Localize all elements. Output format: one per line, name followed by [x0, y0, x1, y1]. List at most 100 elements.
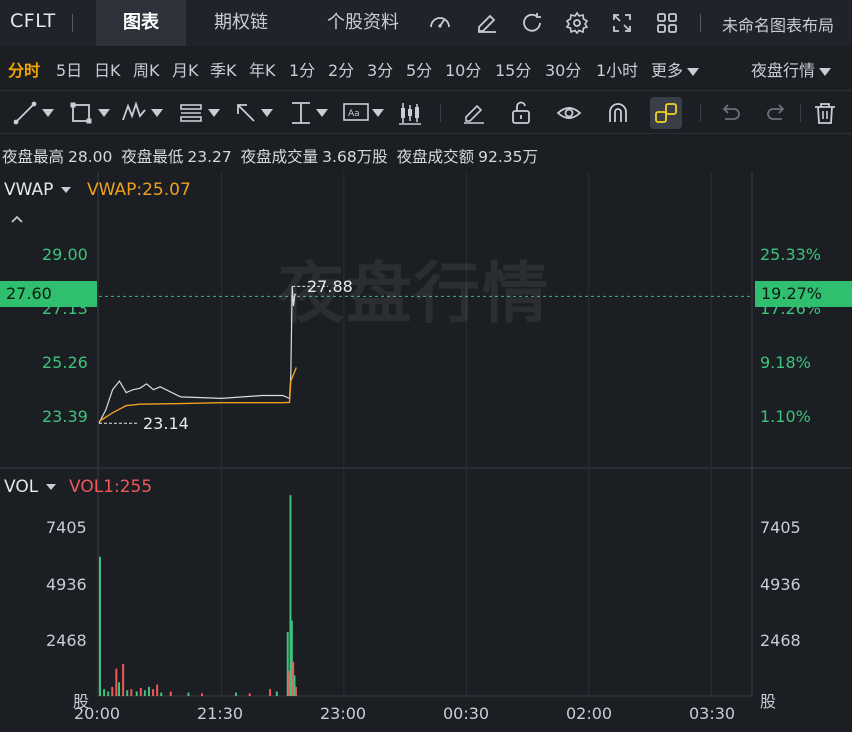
period-quarter-k[interactable]: 季K [210, 57, 237, 81]
volume-bar [118, 682, 121, 696]
volume-value: 3.68万股 [322, 148, 388, 166]
volume-label: 夜盘成交量 [240, 148, 319, 166]
chevron-down-icon [819, 67, 832, 76]
arrow-icon[interactable] [233, 100, 259, 126]
layout-name[interactable]: 未命名图表布局 [722, 12, 834, 36]
high-label: 夜盘最高 [2, 148, 65, 166]
period-5d[interactable]: 5日 [56, 57, 82, 81]
chevron-down-icon [687, 67, 700, 76]
period-intraday[interactable]: 分时 [8, 57, 40, 81]
vol-axis-label: 2468 [46, 631, 87, 650]
edit-icon[interactable] [475, 11, 499, 35]
session-selector[interactable]: 夜盘行情 [751, 57, 832, 81]
period-year-k[interactable]: 年K [249, 57, 276, 81]
chevron-down-icon[interactable] [151, 109, 163, 117]
link-icon[interactable] [653, 100, 679, 126]
period-1hour[interactable]: 1小时 [596, 57, 638, 81]
unlock-icon[interactable] [508, 100, 534, 126]
redo-icon[interactable] [764, 100, 790, 126]
volume-bar [115, 668, 118, 696]
speedometer-icon[interactable] [428, 11, 452, 35]
chevron-down-icon[interactable] [261, 109, 273, 117]
trash-icon[interactable] [812, 100, 838, 126]
volume-bar [152, 689, 155, 696]
volume-bar [160, 692, 163, 696]
tab-option-chain[interactable]: 期权链 [196, 0, 286, 46]
undo-icon[interactable] [717, 100, 743, 126]
grid-layout-icon[interactable] [655, 11, 679, 35]
chevron-down-icon[interactable] [208, 109, 220, 117]
eye-icon[interactable] [556, 100, 582, 126]
current-price-tag: 27.60 [0, 281, 97, 307]
volume-bar [169, 691, 172, 696]
session-selector-label: 夜盘行情 [751, 61, 816, 80]
period-10min[interactable]: 10分 [445, 57, 481, 81]
collapse-up-icon[interactable] [10, 214, 24, 224]
divider [700, 104, 701, 122]
vol-unit-right: 股 [760, 692, 777, 711]
chevron-down-icon[interactable] [98, 109, 110, 117]
vol-axis-label: 4936 [760, 575, 801, 594]
turnover-label: 夜盘成交额 [396, 148, 475, 166]
volume-bar [103, 689, 106, 696]
chevron-down-icon[interactable] [42, 109, 54, 117]
time-axis-label: 23:00 [320, 704, 367, 723]
volume-bar [130, 689, 133, 696]
vwap-indicator-label[interactable]: VWAP [4, 180, 77, 200]
divider [72, 14, 73, 32]
vwap-indicator-name: VWAP [4, 180, 54, 200]
session-stats: 夜盘最高 28.00 夜盘最低 23.27 夜盘成交量 3.68万股 夜盘成交额 92.… [2, 145, 542, 167]
pattern-icon[interactable] [121, 100, 147, 126]
chevron-down-icon [61, 187, 72, 193]
tab-chart[interactable]: 图表 [96, 0, 186, 46]
divider [440, 104, 441, 122]
period-5min[interactable]: 5分 [406, 57, 432, 81]
fib-icon[interactable] [178, 100, 204, 126]
period-1min[interactable]: 1分 [289, 57, 315, 81]
chart-area[interactable]: 夜盘行情 VWAP VWAP:25.07 29.00 27.13 25.26 2… [0, 172, 852, 732]
chevron-down-icon[interactable] [316, 109, 328, 117]
low-value: 23.27 [187, 148, 232, 166]
volume-bar [235, 692, 238, 696]
fullscreen-icon[interactable] [610, 11, 634, 35]
period-2min[interactable]: 2分 [328, 57, 354, 81]
svg-text:Aa: Aa [348, 109, 360, 119]
price-axis-label: 29.00 [42, 245, 88, 264]
pct-axis-label: 1.10% [760, 407, 811, 426]
high-marker-label: 27.88 [307, 277, 353, 296]
text-label-icon[interactable]: Aa [342, 100, 370, 126]
chevron-down-icon[interactable] [372, 109, 384, 117]
period-3min[interactable]: 3分 [367, 57, 393, 81]
vol-indicator-label[interactable]: VOL [4, 477, 62, 497]
volume-bar [269, 689, 272, 696]
time-axis-label: 02:00 [566, 704, 613, 723]
vol-axis-label: 4936 [46, 575, 87, 594]
vol-value: VOL1:255 [69, 477, 153, 497]
time-axis-label: 03:30 [689, 704, 736, 723]
period-30min[interactable]: 30分 [545, 57, 581, 81]
measure-icon[interactable] [288, 100, 314, 126]
price-axis-label: 25.26 [42, 353, 88, 372]
period-month-k[interactable]: 月K [172, 57, 199, 81]
rectangle-icon[interactable] [68, 100, 94, 126]
pct-axis-label: 9.18% [760, 353, 811, 372]
trend-line-icon[interactable] [12, 100, 38, 126]
brush-icon[interactable] [461, 100, 487, 126]
high-value: 28.00 [68, 148, 113, 166]
volume-bar [99, 556, 101, 696]
candlestick-icon[interactable] [397, 100, 423, 126]
refresh-icon[interactable] [520, 11, 544, 35]
volume-bar [201, 693, 204, 696]
top-bar: CFLT 图表 期权链 个股资料 未命名图表布局 [0, 0, 852, 46]
volume-bar [111, 686, 114, 696]
volume-bar [135, 691, 138, 696]
volume-bar [107, 691, 110, 696]
period-15min[interactable]: 15分 [495, 57, 531, 81]
tab-company-profile[interactable]: 个股资料 [306, 0, 420, 46]
period-bar: 分时 5日 日K 周K 月K 季K 年K 1分 2分 3分 5分 10分 15分… [0, 46, 852, 90]
period-day-k[interactable]: 日K [94, 57, 121, 81]
period-week-k[interactable]: 周K [133, 57, 160, 81]
magnet-icon[interactable] [605, 100, 631, 126]
period-more-dropdown[interactable]: 更多 [651, 57, 700, 81]
settings-icon[interactable] [565, 11, 589, 35]
